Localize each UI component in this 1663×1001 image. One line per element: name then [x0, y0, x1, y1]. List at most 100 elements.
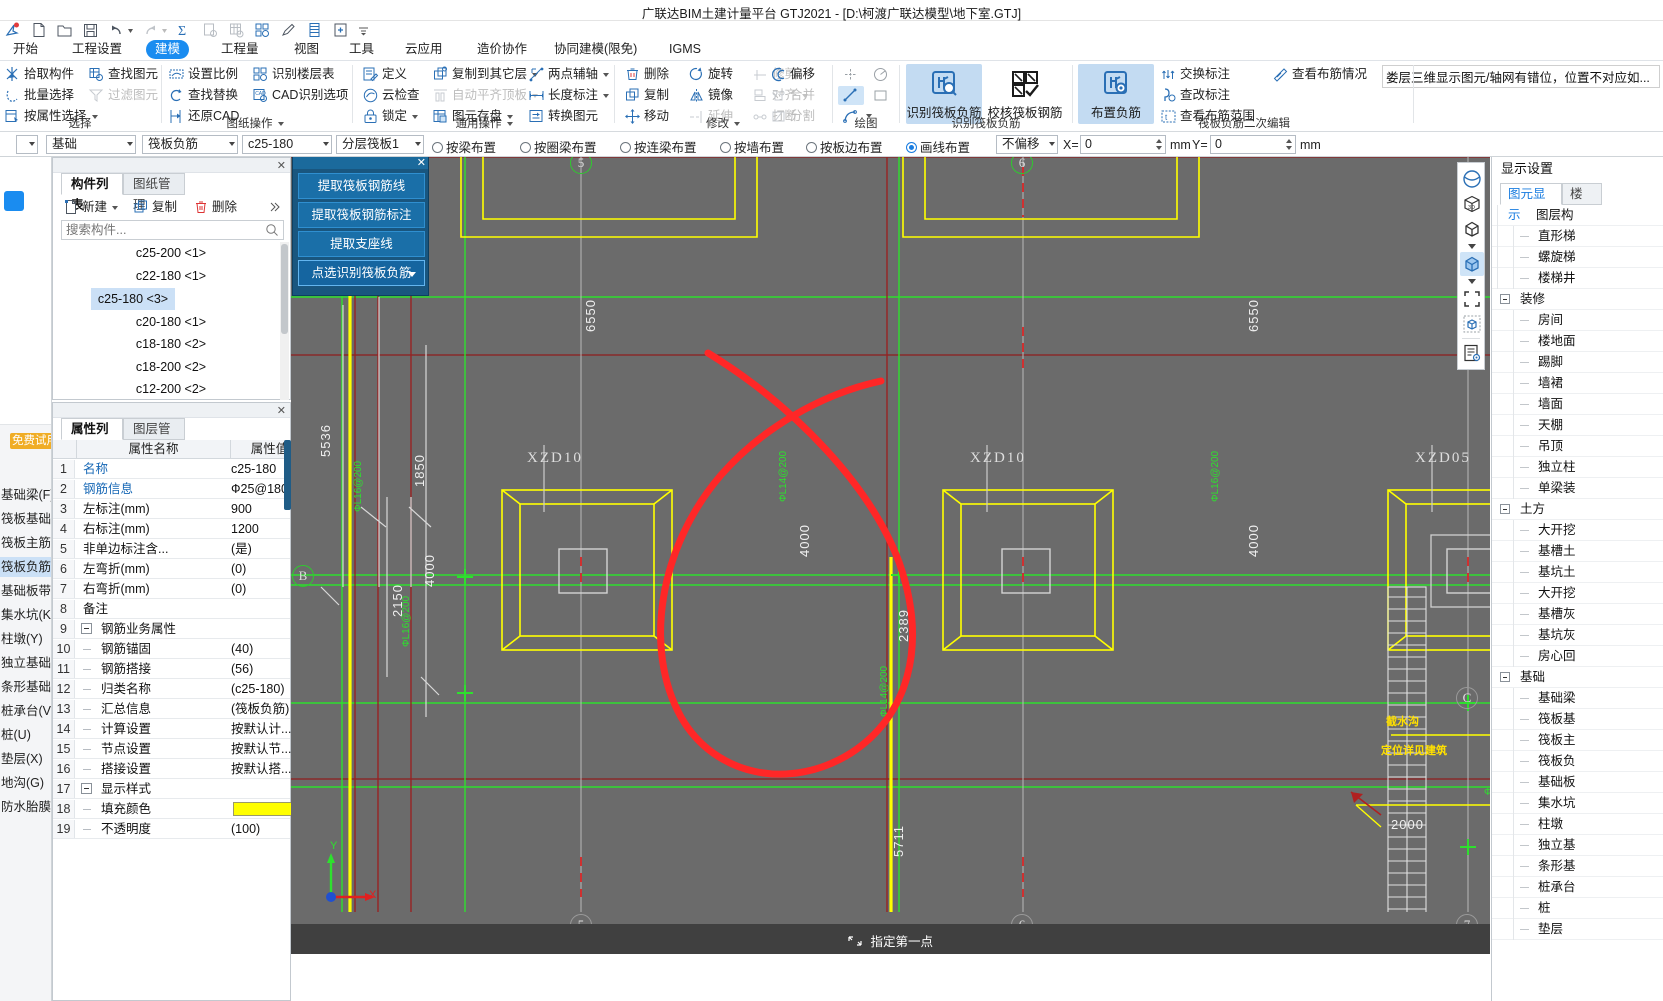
chevron-down-icon[interactable]: [229, 142, 235, 146]
tree-row-22[interactable]: 基础: [1492, 667, 1663, 688]
tree-row-23[interactable]: 基础梁: [1492, 688, 1663, 709]
swap-dim-button[interactable]: 交换标注: [1160, 65, 1230, 84]
left-nav-item-0[interactable]: 基础梁(F): [0, 485, 51, 505]
rect-draw-button[interactable]: [868, 86, 894, 105]
menu-item-start[interactable]: 开始: [4, 40, 47, 59]
tree-row-33[interactable]: 桩: [1492, 898, 1663, 919]
rebar-search-icon[interactable]: [254, 22, 271, 38]
table-row-group[interactable]: 17 显示样式: [53, 780, 290, 799]
delete-component-button[interactable]: 删除: [193, 196, 237, 218]
fill-color-swatch[interactable]: [233, 802, 295, 816]
row-value[interactable]: 1200: [231, 520, 259, 538]
extract-rebar-line-button[interactable]: 提取筏板钢筋线: [298, 173, 425, 199]
orbit-icon[interactable]: [1460, 167, 1484, 191]
report-search-icon[interactable]: [202, 22, 219, 38]
tree-row-13[interactable]: 单梁装: [1492, 478, 1663, 499]
table-row[interactable]: 3 左标注(mm) 900: [53, 500, 325, 519]
tree-row-27[interactable]: 基础板: [1492, 772, 1663, 793]
tree-row-5[interactable]: 房间: [1492, 310, 1663, 331]
tree-row-31[interactable]: 条形基: [1492, 856, 1663, 877]
collapse-icon[interactable]: [1500, 504, 1510, 514]
left-nav-item-4[interactable]: 基础板带(: [0, 581, 51, 601]
edit-dim-button[interactable]: 查改标注: [1160, 86, 1230, 105]
tree-row-3[interactable]: 楼梯井: [1492, 268, 1663, 289]
box-wire-icon[interactable]: [1460, 217, 1484, 241]
solid-view-icon[interactable]: [1460, 312, 1484, 336]
table-row[interactable]: 4 右标注(mm) 1200: [53, 520, 325, 539]
table-row[interactable]: 14 计算设置 按默认计...: [53, 720, 291, 739]
row-value[interactable]: (100): [231, 820, 260, 838]
left-nav-item-10[interactable]: 桩(U): [0, 725, 51, 745]
component-item-4[interactable]: c18-180 <2>: [71, 333, 271, 355]
canvas-left-collapse-handle[interactable]: [284, 440, 291, 510]
component-select[interactable]: c25-180: [242, 135, 332, 154]
find-element-button[interactable]: 查找图元: [88, 65, 158, 84]
radio-draw-line[interactable]: 画线布置: [906, 137, 970, 156]
table-row[interactable]: 13 汇总信息 (筏板负筋): [53, 700, 325, 719]
view-3d-icon[interactable]: 3D: [1460, 192, 1484, 216]
search-icon[interactable]: [265, 223, 279, 240]
row-value[interactable]: (56): [231, 660, 253, 678]
chevron-down-icon[interactable]: [603, 93, 610, 98]
radio-by-beam[interactable]: 按梁布置: [432, 137, 496, 156]
tree-row-18[interactable]: 大开挖: [1492, 583, 1663, 604]
offset-button[interactable]: 偏移: [770, 65, 815, 84]
row-value[interactable]: 900: [231, 500, 252, 518]
batch-select-button[interactable]: 批量选择: [4, 86, 74, 105]
radio-by-link-beam[interactable]: 按连梁布置: [620, 137, 697, 156]
legend-icon[interactable]: [1460, 341, 1484, 365]
open-folder-icon[interactable]: [56, 22, 73, 38]
extract-rebar-label-button[interactable]: 提取筏板钢筋标注: [298, 202, 425, 228]
table-row[interactable]: 10 钢筋锚固 (40): [53, 640, 290, 659]
copy-button[interactable]: 复制: [624, 86, 669, 105]
offset-select[interactable]: 不偏移: [996, 135, 1058, 154]
menu-item-quantity[interactable]: 工程量: [212, 40, 268, 59]
tree-row-6[interactable]: 楼地面: [1492, 331, 1663, 352]
component-item-6[interactable]: c12-200 <2>: [71, 378, 271, 400]
tree-row-16[interactable]: 基槽土: [1492, 541, 1663, 562]
component-item-0[interactable]: c25-200 <1>: [71, 242, 271, 264]
copy-to-floor-button[interactable]: 复制到其它层: [432, 65, 539, 84]
tree-row-10[interactable]: 天棚: [1492, 415, 1663, 436]
menu-item-view[interactable]: 视图: [285, 40, 328, 59]
rotate-button[interactable]: 旋转: [688, 65, 733, 84]
add-page-icon[interactable]: [332, 22, 349, 38]
component-item-5[interactable]: c18-200 <2>: [71, 356, 271, 378]
two-point-axis-button[interactable]: 两点辅轴: [528, 65, 610, 84]
table-row[interactable]: 16 搭接设置 按默认搭...: [53, 760, 291, 779]
tab-drawing-manage[interactable]: 图纸管理: [123, 173, 185, 212]
component-type-select[interactable]: 筏板负筋: [142, 135, 238, 154]
left-nav-item-11[interactable]: 垫层(X): [0, 749, 51, 769]
select-area-icon[interactable]: [1460, 287, 1484, 311]
left-nav-item-2[interactable]: 筏板主筋(: [0, 533, 51, 553]
tab-element-display[interactable]: 图元显示: [1500, 183, 1562, 222]
table-row[interactable]: 18 填充颜色: [53, 800, 295, 819]
circle-draw-button[interactable]: [868, 65, 894, 84]
split-button[interactable]: 分割: [770, 107, 815, 126]
left-nav-item-5[interactable]: 集水坑(K): [0, 605, 51, 625]
component-panel-more-button[interactable]: [263, 196, 285, 218]
table-row[interactable]: 12 归类名称 (c25-180): [53, 680, 325, 699]
new-file-icon[interactable]: [30, 22, 47, 38]
identify-floor-table-button[interactable]: 识别楼层表: [252, 65, 335, 84]
chevron-down-icon[interactable]: [408, 272, 416, 277]
menu-item-igms[interactable]: IGMS: [660, 40, 710, 59]
tree-row-30[interactable]: 独立基: [1492, 835, 1663, 856]
tree-row-2[interactable]: 螺旋梯: [1492, 247, 1663, 268]
collapse-icon[interactable]: [81, 783, 92, 794]
layer-icon[interactable]: [306, 22, 323, 38]
drawing-canvas[interactable]: 5 6 B C 6550 6550 5536 1850 2150 4000 40…: [291, 157, 1490, 924]
left-nav-item-7[interactable]: 独立基础(: [0, 653, 51, 673]
view-rebar-status-button[interactable]: 查看布筋情况: [1272, 65, 1367, 84]
tree-row-25[interactable]: 筏板主: [1492, 730, 1663, 751]
redo-icon[interactable]: [142, 22, 159, 38]
delete-button[interactable]: 删除: [624, 65, 669, 84]
redo-caret-icon[interactable]: [160, 22, 177, 38]
pick-element-button[interactable]: 拾取构件: [4, 65, 74, 84]
save-icon[interactable]: [82, 22, 99, 38]
menu-item-cost-collab[interactable]: 造价协作: [468, 40, 536, 59]
table-row[interactable]: 5 非单边标注含... (是): [53, 540, 325, 559]
tab-layer-manage[interactable]: 图层管理: [123, 418, 185, 457]
sum-icon[interactable]: Σ: [176, 22, 193, 38]
chevron-down-icon[interactable]: [277, 121, 284, 126]
